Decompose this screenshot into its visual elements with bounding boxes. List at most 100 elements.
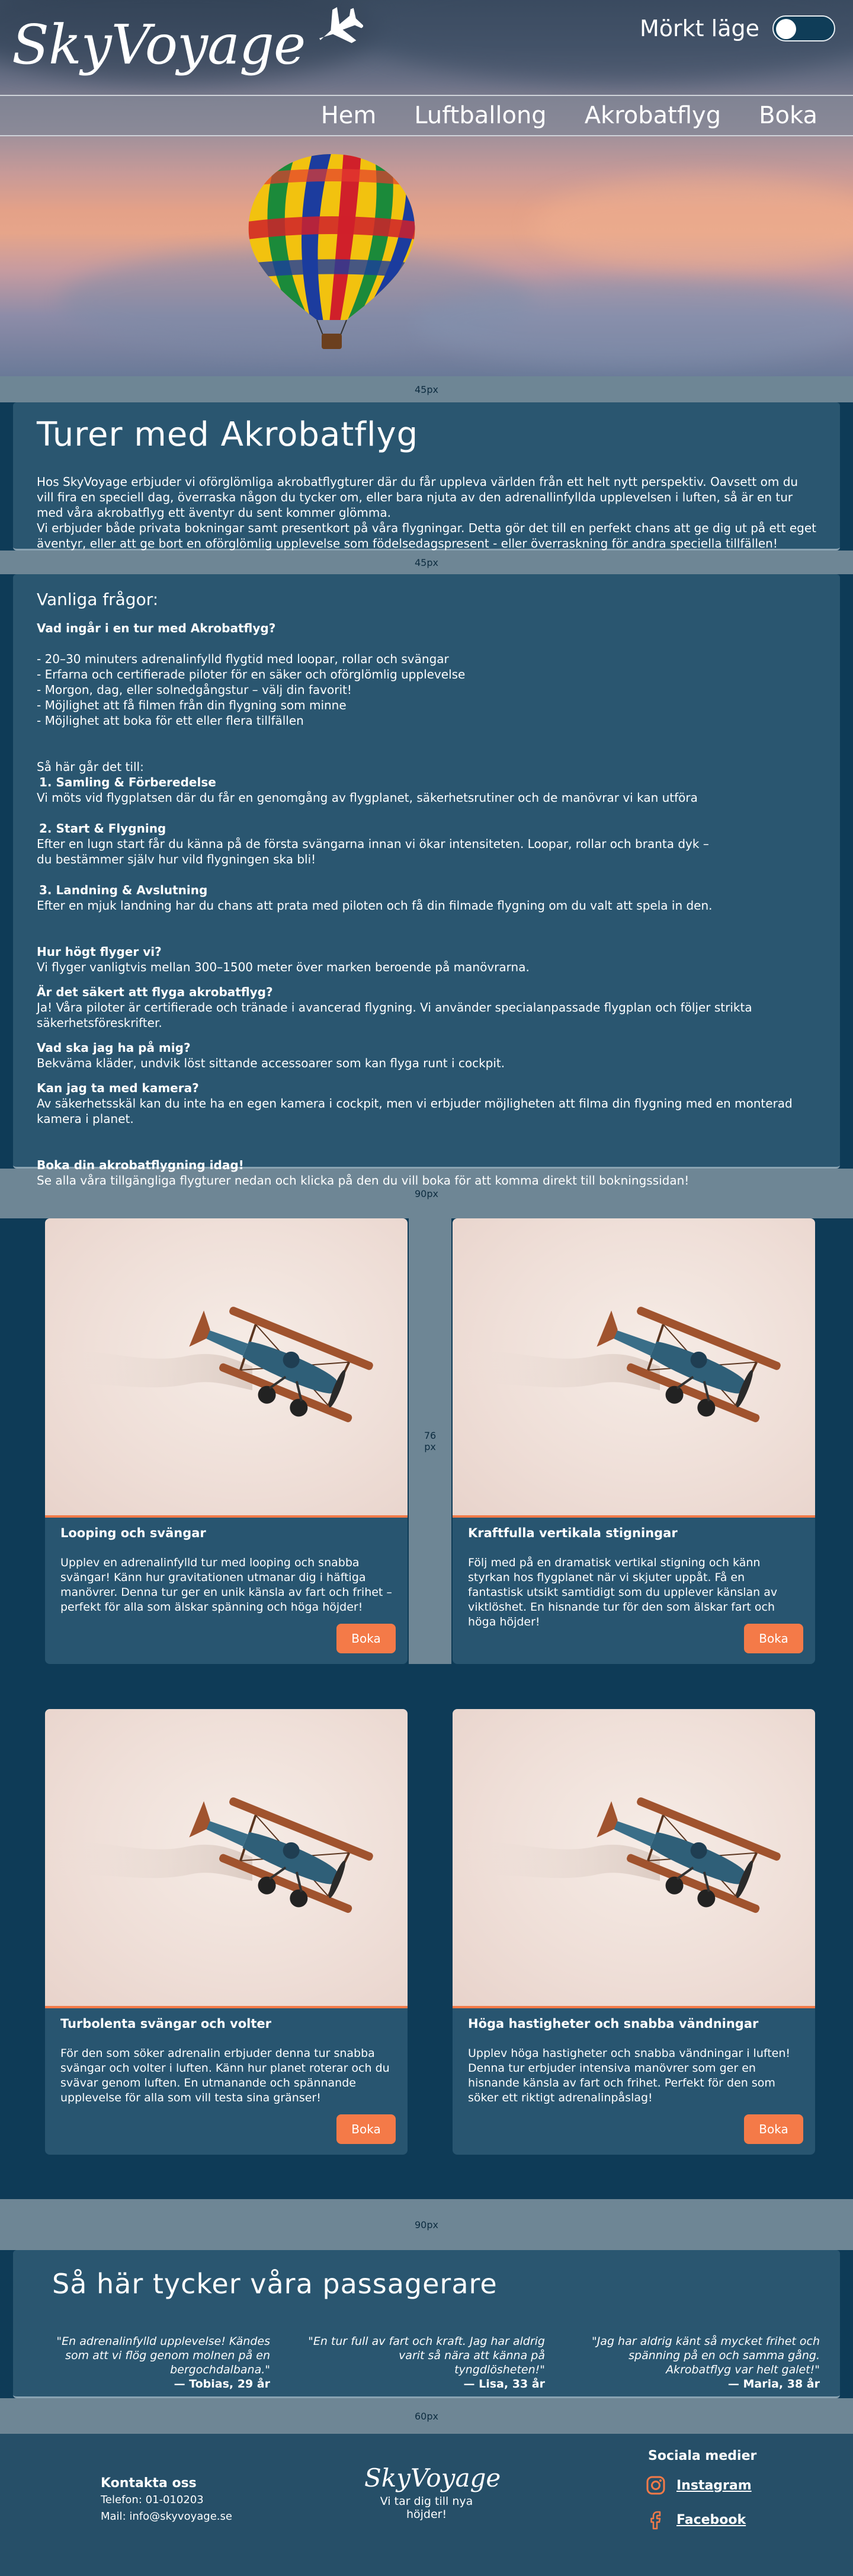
- social-title: Sociala medier: [648, 2449, 757, 2463]
- testimonials-section: Så här tycker våra passagerare "En adren…: [13, 2250, 840, 2398]
- contact-email: Mail: info@skyvoyage.se: [101, 2510, 232, 2523]
- step-text: Vi möts vid flygplatsen där du får en ge…: [37, 791, 698, 805]
- testimonial-quote: "Jag har aldrig känt så mycket frihet oc…: [591, 2335, 820, 2376]
- nav-aerobatic[interactable]: Akrobatflyg: [585, 102, 721, 129]
- site-logo[interactable]: SkyVoyage: [12, 7, 364, 76]
- tours-section: 76 px Looping och svängar Upplev en adre…: [0, 1218, 853, 2199]
- biplane-image: [453, 1218, 815, 1518]
- intro-paragraph: Vi erbjuder både privata bokningar samt …: [37, 521, 816, 551]
- spacer-label: 76 px: [424, 1430, 437, 1452]
- tour-card: Kraftfulla vertikala stigningar Följ med…: [453, 1218, 815, 1664]
- plane-icon: [319, 7, 364, 43]
- how-title: Så här går det till:: [37, 760, 144, 774]
- tour-description: Upplev en adrenalinfylld tur med looping…: [60, 1556, 392, 1614]
- intro-paragraph: Hos SkyVoyage erbjuder vi oförglömliga a…: [37, 475, 799, 520]
- spacer-band: 45px: [0, 551, 853, 574]
- faq-answer: Ja! Våra piloter är certifierade och trä…: [37, 1000, 752, 1030]
- book-button[interactable]: Boka: [336, 1624, 396, 1653]
- step-title: 2. Start & Flygning: [39, 821, 166, 836]
- spacer-label: 90px: [415, 2219, 438, 2231]
- tour-description: Upplev höga hastigheter och snabba vändn…: [468, 2047, 791, 2104]
- dark-mode-label: Mörkt läge: [640, 15, 759, 41]
- testimonial: "Jag har aldrig känt så mycket frihet oc…: [583, 2334, 820, 2391]
- tour-title: Höga hastigheter och snabba vändningar: [468, 2017, 759, 2031]
- faq-question: Kan jag ta med kamera?: [37, 1081, 199, 1095]
- contact-block: Kontakta oss Telefon: 01-010203 Mail: in…: [101, 2475, 232, 2525]
- faq-list-item: - Möjlighet att boka för ett eller flera…: [37, 713, 304, 728]
- testimonial: "En adrenalinfylld upplevelse! Kändes so…: [33, 2334, 270, 2391]
- footer-tagline: Vi tar dig till nya höjder!: [380, 2495, 473, 2521]
- book-button[interactable]: Boka: [744, 2114, 803, 2144]
- spacer-band: 60px: [0, 2398, 853, 2434]
- testimonial-author: — Lisa, 33 år: [463, 2377, 545, 2391]
- cloud-shape: [355, 0, 853, 83]
- intro-section: Turer med Akrobatflyg Hos SkyVoyage erbj…: [13, 402, 840, 551]
- book-button[interactable]: Boka: [336, 2114, 396, 2144]
- faq-list-item: - Erfarna och certifierade piloter för e…: [37, 667, 466, 681]
- balloon-image: [248, 154, 415, 349]
- tour-description: Följ med på en dramatisk vertikal stigni…: [468, 1556, 778, 1628]
- biplane-image: [45, 1218, 408, 1518]
- testimonial-quote: "En tur full av fart och kraft. Jag har …: [308, 2335, 545, 2376]
- testimonial: "En tur full av fart och kraft. Jag har …: [308, 2334, 545, 2391]
- testimonials-title: Så här tycker våra passagerare: [52, 2268, 498, 2300]
- social-facebook: Facebook: [646, 2510, 756, 2530]
- dark-mode-toggle[interactable]: [772, 15, 835, 41]
- faq-question: Hur högt flyger vi?: [37, 945, 162, 959]
- step-text: Efter en mjuk landning har du chans att …: [37, 898, 713, 913]
- spacer-band-vertical: 76 px: [409, 1218, 451, 1664]
- tour-description: För den som söker adrenalin erbjuder den…: [60, 2047, 390, 2104]
- facebook-icon: [650, 2511, 661, 2530]
- dark-mode-control: Mörkt läge: [640, 15, 835, 41]
- facebook-link[interactable]: Facebook: [676, 2513, 746, 2527]
- contact-title: Kontakta oss: [101, 2476, 197, 2491]
- faq-answer: Vi flyger vanligtvis mellan 300–1500 met…: [37, 960, 530, 974]
- step-text: Efter en lugn start får du känna på de f…: [37, 837, 709, 851]
- spacer-band: 45px: [0, 376, 853, 402]
- step-title: 3. Landning & Avslutning: [39, 883, 208, 897]
- biplane-image: [45, 1709, 408, 2008]
- spacer-label: 60px: [415, 2410, 438, 2422]
- tour-card: Höga hastigheter och snabba vändningar U…: [453, 1709, 815, 2155]
- faq-question: Vad ingår i en tur med Akrobatflyg?: [37, 621, 276, 635]
- testimonial-quote: "En adrenalinfylld upplevelse! Kändes so…: [56, 2335, 270, 2376]
- logo-text: SkyVoyage: [12, 13, 306, 76]
- tour-title: Kraftfulla vertikala stigningar: [468, 1526, 678, 1540]
- faq-section: Vanliga frågor: Vad ingår i en tur med A…: [13, 574, 840, 1188]
- footer-logo: SkyVoyage Vi tar dig till nya höjder!: [364, 2463, 501, 2521]
- nav-balloon[interactable]: Luftballong: [414, 102, 546, 129]
- page-title: Turer med Akrobatflyg: [37, 415, 419, 454]
- faq-question: Vad ska jag ha på mig?: [37, 1041, 191, 1055]
- faq-answer: Bekväma kläder, undvik löst sittande acc…: [37, 1056, 505, 1070]
- faq-list-item: - Morgon, dag, eller solnedgångstur – vä…: [37, 683, 352, 697]
- spacer-label: 45px: [415, 383, 438, 395]
- spacer-band: 90px: [0, 2199, 853, 2250]
- faq-list-item: - Möjlighet att få filmen från din flygn…: [37, 698, 347, 712]
- spacer-label: 90px: [415, 1188, 438, 1199]
- faq-question: Är det säkert att flyga akrobatflyg?: [37, 985, 273, 999]
- nav-home[interactable]: Hem: [321, 102, 377, 129]
- book-button[interactable]: Boka: [744, 1624, 803, 1653]
- tour-card: Turbolenta svängar och volter För den so…: [45, 1709, 408, 2155]
- instagram-link[interactable]: Instagram: [676, 2478, 752, 2493]
- cloud-shape: [415, 279, 853, 367]
- testimonial-author: — Maria, 38 år: [727, 2377, 820, 2391]
- instagram-icon: [646, 2476, 665, 2495]
- footer-logo-text: SkyVoyage: [364, 2463, 501, 2492]
- spacer-label: 45px: [415, 556, 438, 568]
- contact-phone: Telefon: 01-010203: [101, 2494, 204, 2506]
- testimonial-author: — Tobias, 29 år: [174, 2377, 270, 2391]
- nav-book[interactable]: Boka: [759, 102, 817, 129]
- social-block: Sociala medier Instagram Facebook: [646, 2449, 756, 2544]
- biplane-image: [453, 1709, 815, 2008]
- hero-header: SkyVoyage Mörkt läge Hem Luftballong Akr…: [0, 0, 853, 376]
- tour-card: Looping och svängar Upplev en adrenalinf…: [45, 1218, 408, 1664]
- cloud-shape: [533, 178, 853, 273]
- step-title: 1. Samling & Förberedelse: [39, 775, 216, 789]
- faq-list-item: - 20–30 minuters adrenalinfylld flygtid …: [37, 652, 449, 666]
- site-footer: Kontakta oss Telefon: 01-010203 Mail: in…: [0, 2434, 853, 2576]
- main-nav: Hem Luftballong Akrobatflyg Boka: [0, 95, 853, 136]
- toggle-knob: [776, 19, 796, 39]
- step-text: du bestämmer själv hur vild flygningen s…: [37, 852, 316, 866]
- faq-title: Vanliga frågor:: [37, 590, 159, 609]
